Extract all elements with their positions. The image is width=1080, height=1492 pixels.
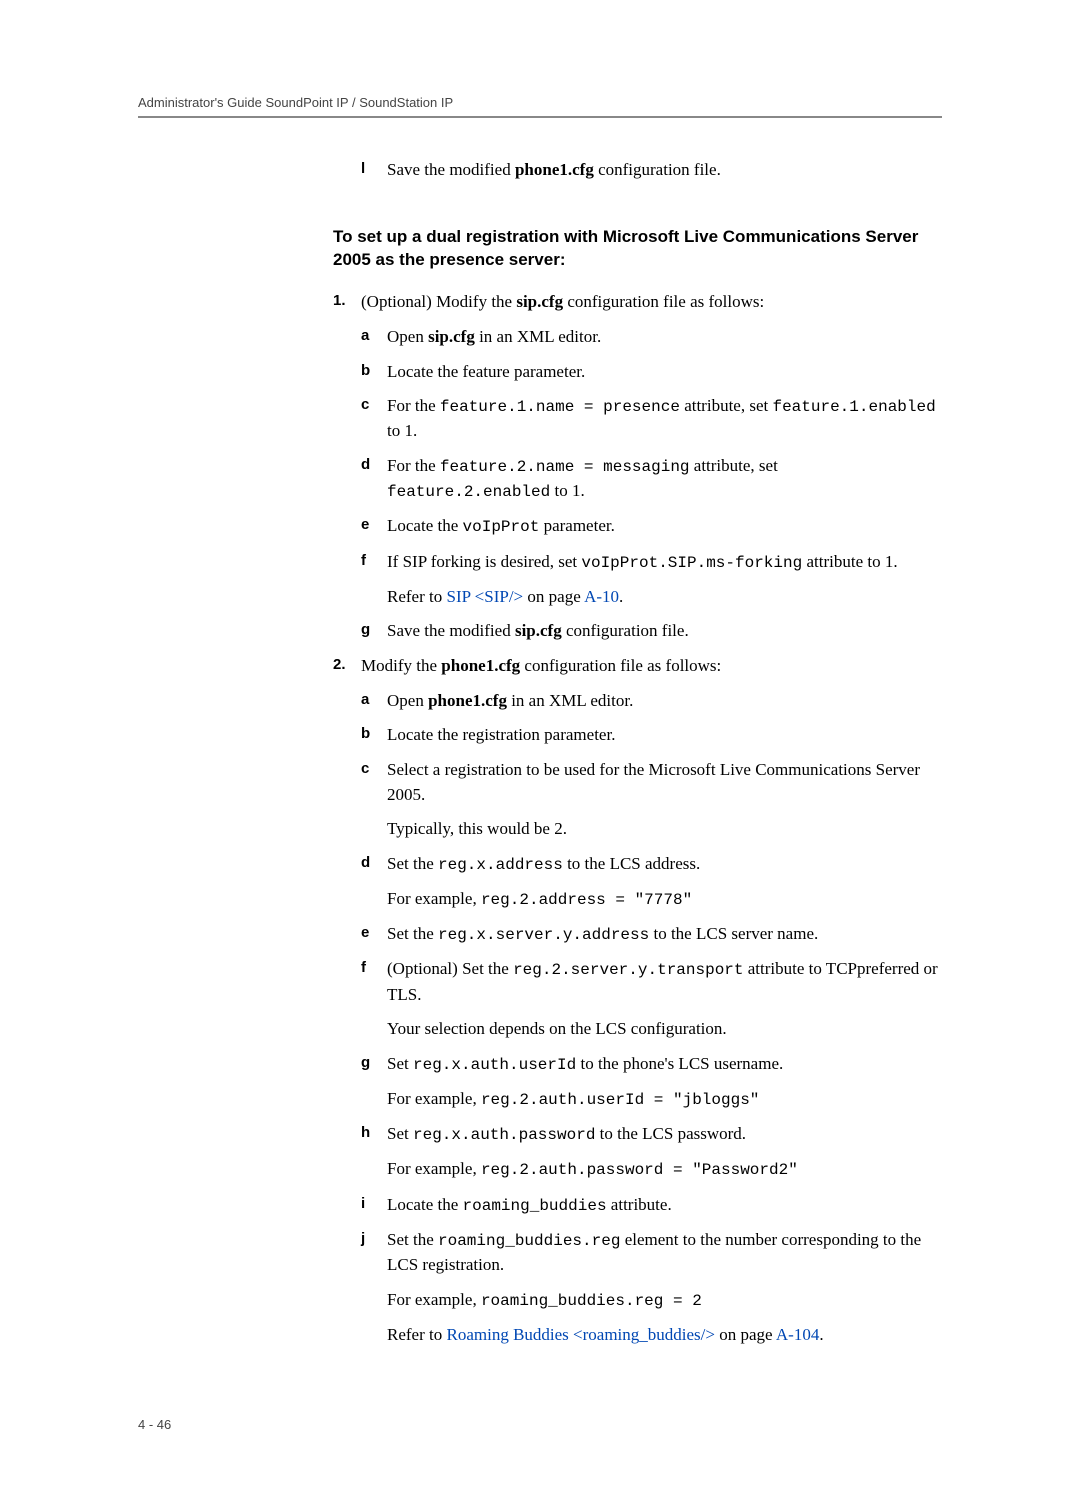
substep-extra: For example, reg.2.auth.password = "Pass… [361, 1157, 942, 1182]
step-2: 2. Modify the phone1.cfg configuration f… [333, 654, 942, 679]
substep-marker: c [361, 394, 387, 416]
substep-marker: h [361, 1122, 387, 1144]
intro-substep: l Save the modified phone1.cfg configura… [361, 158, 942, 183]
substep-body: For the feature.2.name = messaging attri… [387, 454, 942, 504]
step-1: 1. (Optional) Modify the sip.cfg configu… [333, 290, 942, 315]
step-1-substeps: aOpen sip.cfg in an XML editor. bLocate … [333, 325, 942, 644]
substep-marker: a [361, 325, 387, 347]
substep-body: For the feature.1.name = presence attrib… [387, 394, 942, 444]
substep-marker: i [361, 1193, 387, 1215]
substep-marker: l [361, 158, 387, 180]
substep-extra: Your selection depends on the LCS config… [361, 1017, 942, 1042]
step-body: Modify the phone1.cfg configuration file… [361, 654, 942, 679]
substep-body: Set reg.x.auth.password to the LCS passw… [387, 1122, 942, 1147]
substep-body: Locate the roaming_buddies attribute. [387, 1193, 942, 1218]
substep-body: Set the reg.x.address to the LCS address… [387, 852, 942, 877]
header-rule [138, 116, 942, 118]
substep-body: Save the modified phone1.cfg configurati… [387, 158, 942, 183]
substep-body: Locate the feature parameter. [387, 360, 942, 385]
substep-marker: f [361, 957, 387, 979]
substep-extra: For example, reg.2.address = "7778" [361, 887, 942, 912]
substep-body: Set the roaming_buddies.reg element to t… [387, 1228, 942, 1278]
intro-substep-container: l Save the modified phone1.cfg configura… [333, 158, 942, 183]
running-header: Administrator's Guide SoundPoint IP / So… [138, 95, 942, 110]
substep-marker: d [361, 454, 387, 476]
substep-body: Open sip.cfg in an XML editor. [387, 325, 942, 350]
section-heading: To set up a dual registration with Micro… [333, 225, 942, 273]
page-number: 4 - 46 [138, 1417, 942, 1432]
step-body: (Optional) Modify the sip.cfg configurat… [361, 290, 942, 315]
substep-body: Open phone1.cfg in an XML editor. [387, 689, 942, 714]
substep-extra: For example, roaming_buddies.reg = 2 [361, 1288, 942, 1313]
step-marker: 1. [333, 290, 361, 312]
substep-marker: e [361, 922, 387, 944]
substep-body: (Optional) Set the reg.2.server.y.transp… [387, 957, 942, 1007]
page-content: l Save the modified phone1.cfg configura… [138, 158, 942, 1347]
substep-marker: b [361, 360, 387, 382]
step-marker: 2. [333, 654, 361, 676]
substep-body: If SIP forking is desired, set voIpProt.… [387, 550, 942, 575]
substep-body: Locate the registration parameter. [387, 723, 942, 748]
document-page: Administrator's Guide SoundPoint IP / So… [0, 0, 1080, 1492]
substep-marker: d [361, 852, 387, 874]
substep-body: Set the reg.x.server.y.address to the LC… [387, 922, 942, 947]
substep-marker: g [361, 619, 387, 641]
substep-extra: Typically, this would be 2. [361, 817, 942, 842]
substep-body: Set reg.x.auth.userId to the phone's LCS… [387, 1052, 942, 1077]
substep-extra: Refer to SIP <SIP/> on page A-10. [361, 585, 942, 610]
substep-marker: f [361, 550, 387, 572]
substep-marker: c [361, 758, 387, 780]
substep-body: Locate the voIpProt parameter. [387, 514, 942, 539]
substep-extra: Refer to Roaming Buddies <roaming_buddie… [361, 1323, 942, 1348]
substep-body: Save the modified sip.cfg configuration … [387, 619, 942, 644]
substep-marker: j [361, 1228, 387, 1250]
substep-marker: g [361, 1052, 387, 1074]
substep-extra: For example, reg.2.auth.userId = "jblogg… [361, 1087, 942, 1112]
step-2-substeps: aOpen phone1.cfg in an XML editor. bLoca… [333, 689, 942, 1348]
substep-marker: b [361, 723, 387, 745]
substep-marker: a [361, 689, 387, 711]
substep-marker: e [361, 514, 387, 536]
substep-body: Select a registration to be used for the… [387, 758, 942, 807]
